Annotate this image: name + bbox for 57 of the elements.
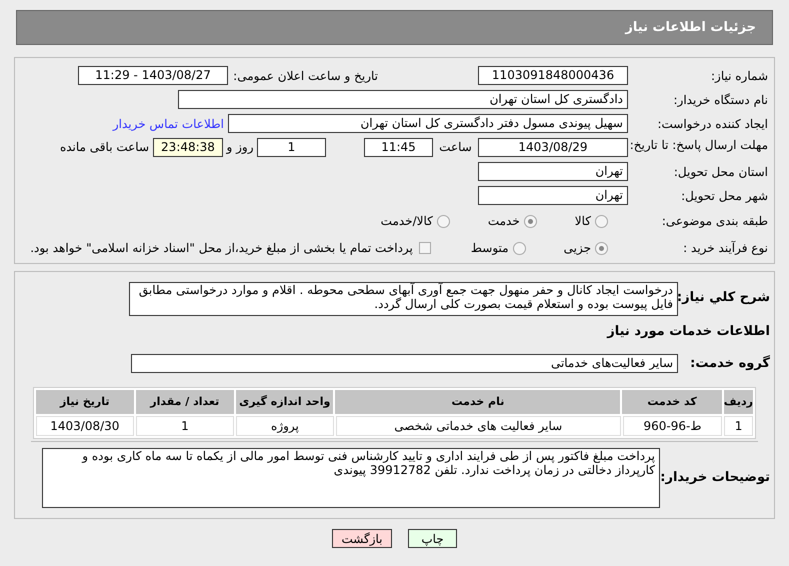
column-header: تعداد / مقدار bbox=[136, 390, 234, 414]
section-heading: اطلاعات خدمات مورد نیاز bbox=[606, 323, 770, 341]
column-header: کد خدمت bbox=[622, 390, 722, 414]
field-label: نوع فرآیند خرید : bbox=[682, 240, 768, 257]
table-cell: 1403/08/30 bbox=[36, 416, 134, 436]
radio-button[interactable] bbox=[436, 214, 450, 228]
radio-label: متوسط bbox=[470, 240, 509, 257]
service-group-field: سایر فعالیت‌های خدماتی bbox=[131, 354, 678, 373]
deadline-time-field: 11:45 bbox=[364, 138, 433, 157]
field-label: استان محل تحویل: bbox=[672, 164, 768, 180]
radio-label: جزیی bbox=[564, 240, 591, 257]
table-cell: 1 bbox=[136, 416, 234, 436]
province-field: تهران bbox=[478, 162, 628, 181]
back-button[interactable]: بازگشت bbox=[332, 529, 392, 548]
radio-button[interactable] bbox=[512, 242, 526, 254]
buyer-org-field: دادگستری کل استان تهران bbox=[178, 90, 628, 109]
column-header: تاریخ نیاز bbox=[36, 390, 134, 414]
field-label: توضیحات خریدار: bbox=[660, 469, 770, 488]
table-cell: ط-96-960 bbox=[622, 416, 722, 436]
page-title: جزئیات اطلاعات نیاز bbox=[625, 18, 756, 37]
remaining-label: ساعت باقی مانده bbox=[60, 139, 149, 156]
print-button[interactable]: چاپ bbox=[408, 529, 457, 548]
need-number-field: 1103091848000436 bbox=[478, 66, 628, 85]
table-cell: 1 bbox=[724, 416, 753, 436]
buyer-contact-link[interactable]: اطلاعات تماس خریدار bbox=[112, 114, 224, 132]
days-label: روز و bbox=[225, 139, 254, 156]
checkbox-label: پرداخت تمام یا بخشی از مبلغ خرید،از محل "اسناد خزانه اسلامی" خواهد بود. bbox=[30, 240, 413, 257]
field-label: تاریخ و ساعت اعلان عمومی: bbox=[232, 68, 378, 84]
radio-label: کالا bbox=[574, 213, 591, 230]
table-cell: سایر فعالیت های خدماتی شخصی bbox=[336, 416, 621, 436]
time-label: ساعت bbox=[438, 139, 473, 156]
field-label: طبقه بندی موضوعی: bbox=[660, 213, 768, 230]
days-field: 1 bbox=[257, 138, 326, 157]
column-header: واحد اندازه گیری bbox=[236, 390, 334, 414]
table-cell: پروژه bbox=[236, 416, 334, 436]
field-label: شهر محل تحویل: bbox=[680, 188, 768, 204]
radio-label: خدمت bbox=[488, 213, 520, 230]
remaining-time-field: 23:48:38 bbox=[153, 138, 223, 157]
field-label: ایجاد کننده درخواست: bbox=[656, 116, 768, 132]
column-header: نام خدمت bbox=[335, 390, 620, 414]
checkbox[interactable] bbox=[418, 242, 431, 254]
radio-button[interactable] bbox=[524, 214, 537, 228]
radio-label: کالا/خدمت bbox=[380, 213, 433, 230]
creator-field: سهیل پیوندی مسول دفتر دادگستری کل استان تهران bbox=[228, 114, 628, 133]
city-field: تهران bbox=[478, 186, 628, 205]
buyer-notes-textarea[interactable]: پرداخت مبلغ فاکتور پس از طی فرایند اداری و تایید کارشناس فنی توسط امور مالی از یکماه تا سه ماه کاری بوده و کارپرداز دخالتی در زمان پرداخت ندارد. تلفن 39912782 پیوندی bbox=[42, 448, 660, 508]
field-label: مهلت ارسال پاسخ: تا تاریخ: bbox=[628, 138, 768, 152]
deadline-date-field: 1403/08/29 bbox=[478, 138, 628, 157]
field-label: نام دستگاه خریدار: bbox=[672, 92, 768, 108]
description-textarea[interactable]: درخواست ایجاد کانال و حفر منهول جهت جمع آوری آبهای سطحی محوطه . اقلام و موارد درخواستی مطابق فایل پیوست بوده و استعلام قیمت بصورت کلی ارسال گردد. bbox=[129, 282, 678, 316]
field-label: گروه خدمت: bbox=[689, 354, 770, 372]
radio-button[interactable] bbox=[595, 214, 608, 228]
field-label: شماره نیاز: bbox=[710, 68, 768, 84]
column-header: ردیف bbox=[724, 390, 753, 414]
announce-date-field: 1403/08/27 - 11:29 bbox=[78, 66, 228, 85]
radio-button[interactable] bbox=[595, 242, 608, 254]
field-label: شرح کلي نياز: bbox=[678, 289, 770, 307]
